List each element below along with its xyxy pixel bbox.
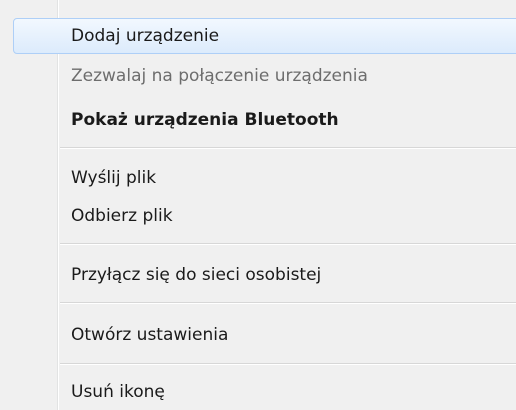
menu-item-add-device[interactable]: Dodaj urządzenie: [0, 16, 516, 56]
menu-item-join-personal-network[interactable]: Przyłącz się do sieci osobistej: [0, 255, 516, 295]
menu-item-show-bluetooth-devices[interactable]: Pokaż urządzenia Bluetooth: [0, 100, 516, 140]
menu-item-label: Dodaj urządzenie: [71, 26, 220, 46]
menu-item-open-settings[interactable]: Otwórz ustawienia: [0, 315, 516, 355]
menu-item-label: Odbierz plik: [71, 206, 173, 226]
menu-item-label: Usuń ikonę: [71, 382, 165, 402]
menu-separator: [60, 243, 516, 245]
bluetooth-context-menu: Dodaj urządzenie Zezwalaj na połączenie …: [0, 0, 516, 410]
menu-separator: [60, 363, 516, 365]
menu-item-send-file[interactable]: Wyślij plik: [0, 158, 516, 198]
menu-item-label: Zezwalaj na połączenie urządzenia: [71, 66, 368, 86]
menu-separator: [60, 302, 516, 304]
menu-item-label: Pokaż urządzenia Bluetooth: [71, 110, 339, 130]
menu-item-label: Wyślij plik: [71, 168, 157, 188]
menu-item-remove-icon[interactable]: Usuń ikonę: [0, 372, 516, 410]
menu-item-label: Przyłącz się do sieci osobistej: [71, 265, 322, 285]
menu-separator: [60, 147, 516, 149]
menu-item-allow-connection: Zezwalaj na połączenie urządzenia: [0, 56, 516, 96]
menu-item-label: Otwórz ustawienia: [71, 325, 229, 345]
menu-item-receive-file[interactable]: Odbierz plik: [0, 196, 516, 236]
